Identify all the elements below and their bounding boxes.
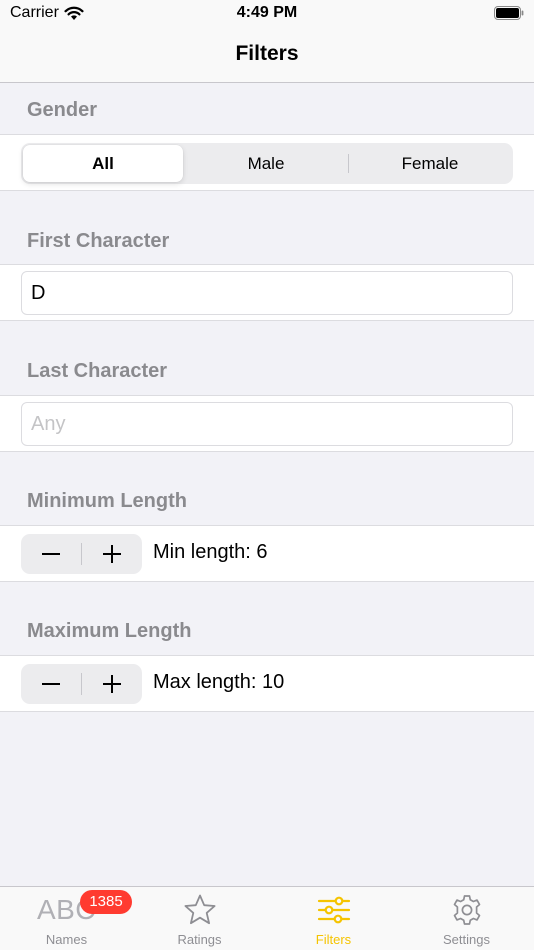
max-length-label: Max length: 10	[153, 671, 285, 693]
status-bar: Carrier 4:49 PM	[0, 0, 534, 30]
tab-settings-label: Settings	[443, 932, 490, 947]
first-character-input[interactable]	[21, 271, 513, 315]
sliders-icon	[317, 896, 350, 924]
segment-all[interactable]: All	[23, 145, 183, 182]
tab-filters-icon-wrap	[267, 893, 400, 927]
tab-ratings-label: Ratings	[177, 932, 222, 947]
section-header-last-character: Last Character	[27, 360, 168, 382]
last-character-input[interactable]	[21, 402, 513, 446]
status-time: 4:49 PM	[236, 4, 298, 21]
maximum-length-cell: Max length: 10	[0, 655, 534, 712]
gear-icon	[453, 895, 480, 925]
tab-filters-label: Filters	[315, 932, 352, 947]
segment-female[interactable]: Female	[350, 145, 510, 182]
max-length-stepper	[21, 664, 142, 704]
min-length-decrement-button[interactable]	[21, 534, 81, 574]
section-header-minimum-length: Minimum Length	[27, 490, 187, 512]
tab-ratings[interactable]: Ratings	[133, 887, 266, 950]
first-character-cell	[0, 264, 534, 321]
tab-bar: ABC 1385 Names Ratings Filters Settings	[0, 886, 534, 950]
max-length-decrement-button[interactable]	[21, 664, 81, 704]
segment-male[interactable]: Male	[186, 145, 346, 182]
last-character-cell	[0, 395, 534, 452]
segment-divider	[348, 154, 349, 173]
plus-icon	[103, 675, 121, 693]
gender-segmented-control: All Male Female	[21, 143, 513, 184]
minus-icon	[42, 683, 60, 685]
battery-icon	[494, 6, 524, 20]
page-title: Filters	[235, 42, 299, 65]
tab-settings[interactable]: Settings	[400, 887, 533, 950]
tab-settings-icon-wrap	[400, 893, 533, 927]
min-length-increment-button[interactable]	[82, 534, 142, 574]
tab-filters[interactable]: Filters	[267, 887, 400, 950]
tab-names[interactable]: ABC 1385 Names	[0, 887, 133, 950]
star-icon	[184, 894, 215, 925]
section-header-maximum-length: Maximum Length	[27, 620, 192, 642]
min-length-stepper	[21, 534, 142, 574]
minus-icon	[42, 553, 60, 555]
gender-cell: All Male Female	[0, 134, 534, 191]
minimum-length-cell: Min length: 6	[0, 525, 534, 582]
tab-names-label: Names	[45, 932, 88, 947]
max-length-increment-button[interactable]	[82, 664, 142, 704]
section-header-gender: Gender	[27, 99, 98, 121]
min-length-label: Min length: 6	[153, 541, 268, 563]
tab-ratings-icon-wrap	[133, 893, 266, 927]
plus-icon	[103, 545, 121, 563]
section-header-first-character: First Character	[27, 230, 170, 252]
names-badge: 1385	[80, 890, 132, 914]
navigation-bar: Filters	[0, 30, 534, 83]
